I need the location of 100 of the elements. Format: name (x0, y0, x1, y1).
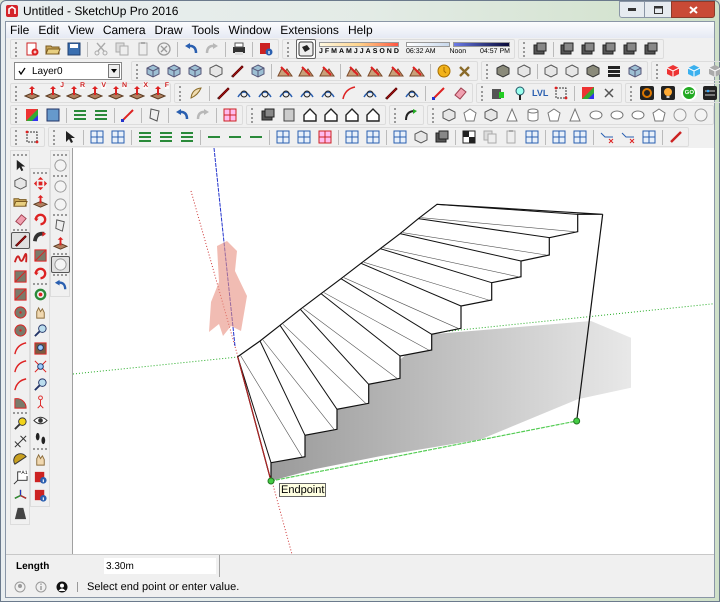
grid-icon[interactable] (641, 129, 657, 145)
house-icon[interactable] (302, 107, 318, 123)
document-info-icon[interactable] (258, 41, 274, 57)
clock-icon[interactable] (436, 63, 452, 79)
new-document-icon[interactable] (24, 41, 40, 57)
camera-icon[interactable] (559, 41, 575, 57)
arc-icon[interactable] (341, 85, 357, 101)
user-icon[interactable] (56, 581, 68, 593)
lines-icon[interactable] (179, 129, 195, 145)
menu-item[interactable]: Tools (192, 21, 220, 39)
diagonal-arrow-icon[interactable] (431, 85, 447, 101)
bounding-box-icon[interactable] (553, 85, 570, 101)
grid-icon[interactable] (392, 129, 408, 145)
push-pull-icon[interactable] (66, 85, 82, 101)
grid-icon[interactable] (317, 129, 333, 145)
layers-icon[interactable] (606, 63, 622, 79)
box-icon[interactable] (441, 107, 457, 123)
polygon-icon[interactable] (462, 107, 478, 123)
menu-item[interactable]: Help (348, 21, 373, 39)
printer-icon[interactable] (231, 41, 247, 57)
box-icon[interactable] (483, 107, 499, 123)
cone-icon[interactable] (504, 107, 520, 123)
leaf-icon[interactable] (188, 85, 204, 101)
cube-icon[interactable] (627, 63, 643, 79)
box-icon[interactable] (543, 63, 559, 79)
pen-icon[interactable] (668, 129, 684, 145)
menu-item[interactable]: View (68, 21, 94, 39)
cone-icon[interactable] (567, 107, 583, 123)
box-icon[interactable] (208, 63, 224, 79)
camera-icon[interactable] (260, 107, 276, 123)
box-icon[interactable] (495, 63, 511, 79)
grid-icon[interactable] (110, 129, 126, 145)
curved-arrow-icon[interactable] (403, 107, 419, 123)
color-palette-icon[interactable] (580, 85, 596, 101)
grid-icon[interactable] (551, 129, 567, 145)
pencil-icon[interactable] (215, 85, 231, 101)
door-icon[interactable] (281, 107, 297, 123)
push-pull-icon[interactable] (24, 85, 40, 101)
light-bulb-icon[interactable] (660, 85, 676, 101)
menu-item[interactable]: Camera (102, 21, 146, 39)
push-pull-icon[interactable] (45, 85, 61, 101)
push-pull-icon[interactable] (87, 85, 103, 101)
camera-icon[interactable] (643, 41, 659, 57)
render-icon[interactable] (639, 85, 656, 101)
maximize-button[interactable] (645, 1, 671, 18)
cylinder-icon[interactable] (525, 107, 541, 123)
grid-icon[interactable] (524, 129, 540, 145)
polygon-icon[interactable] (546, 107, 562, 123)
camera-icon[interactable] (622, 41, 638, 57)
push-pull-icon[interactable] (129, 85, 145, 101)
grid-icon[interactable] (365, 129, 381, 145)
camera-icon[interactable] (601, 41, 617, 57)
measurement-field[interactable]: 3.30m (104, 558, 216, 574)
grid-icon[interactable] (296, 129, 312, 145)
menu-item[interactable]: Edit (38, 21, 60, 39)
plane-icon[interactable] (45, 107, 61, 123)
camera-icon[interactable] (532, 41, 548, 57)
checker-icon[interactable] (461, 129, 477, 145)
polygon-icon[interactable] (651, 107, 667, 123)
cube-icon[interactable] (665, 63, 681, 79)
camera-icon[interactable] (434, 129, 450, 145)
lines-icon[interactable] (93, 107, 109, 123)
sphere-icon[interactable] (672, 107, 688, 123)
grid-icon[interactable] (89, 129, 105, 145)
box-icon[interactable] (516, 63, 532, 79)
box-icon[interactable] (564, 63, 580, 79)
tools-icon[interactable] (457, 63, 473, 79)
house-icon[interactable] (344, 107, 360, 123)
cube-icon[interactable] (187, 63, 203, 79)
menu-item[interactable]: File (10, 21, 30, 39)
lines-icon[interactable] (137, 129, 153, 145)
grid-icon[interactable] (572, 129, 588, 145)
menu-item[interactable]: Draw (154, 21, 183, 39)
box-icon[interactable] (585, 63, 601, 79)
cube-icon[interactable] (145, 63, 161, 79)
cube-icon[interactable] (250, 63, 266, 79)
lines-icon[interactable] (72, 107, 88, 123)
close-button[interactable] (671, 1, 715, 18)
layer-dropdown[interactable]: Layer0 (14, 62, 122, 80)
grid-icon[interactable] (275, 129, 291, 145)
grid-icon[interactable] (222, 107, 238, 123)
camera-icon[interactable] (580, 41, 596, 57)
pencil-icon[interactable] (383, 85, 399, 101)
style-monitor-icon[interactable] (298, 41, 314, 57)
bounding-box-icon[interactable] (24, 129, 40, 145)
lines-icon[interactable] (158, 129, 174, 145)
cube-icon[interactable] (707, 63, 720, 79)
house-icon[interactable] (365, 107, 381, 123)
color-palette-icon[interactable] (24, 107, 40, 123)
sphere-icon[interactable] (693, 107, 709, 123)
house-icon[interactable] (323, 107, 339, 123)
grid-icon[interactable] (344, 129, 360, 145)
diagonal-arrow-icon[interactable] (120, 107, 136, 123)
menu-item[interactable]: Window (228, 21, 272, 39)
minimize-button[interactable] (619, 1, 645, 18)
sliders-icon[interactable] (702, 85, 718, 101)
cube-icon[interactable] (166, 63, 182, 79)
push-pull-icon[interactable] (108, 85, 124, 101)
eraser-icon[interactable] (452, 85, 468, 101)
menu-item[interactable]: Extensions (280, 21, 339, 39)
